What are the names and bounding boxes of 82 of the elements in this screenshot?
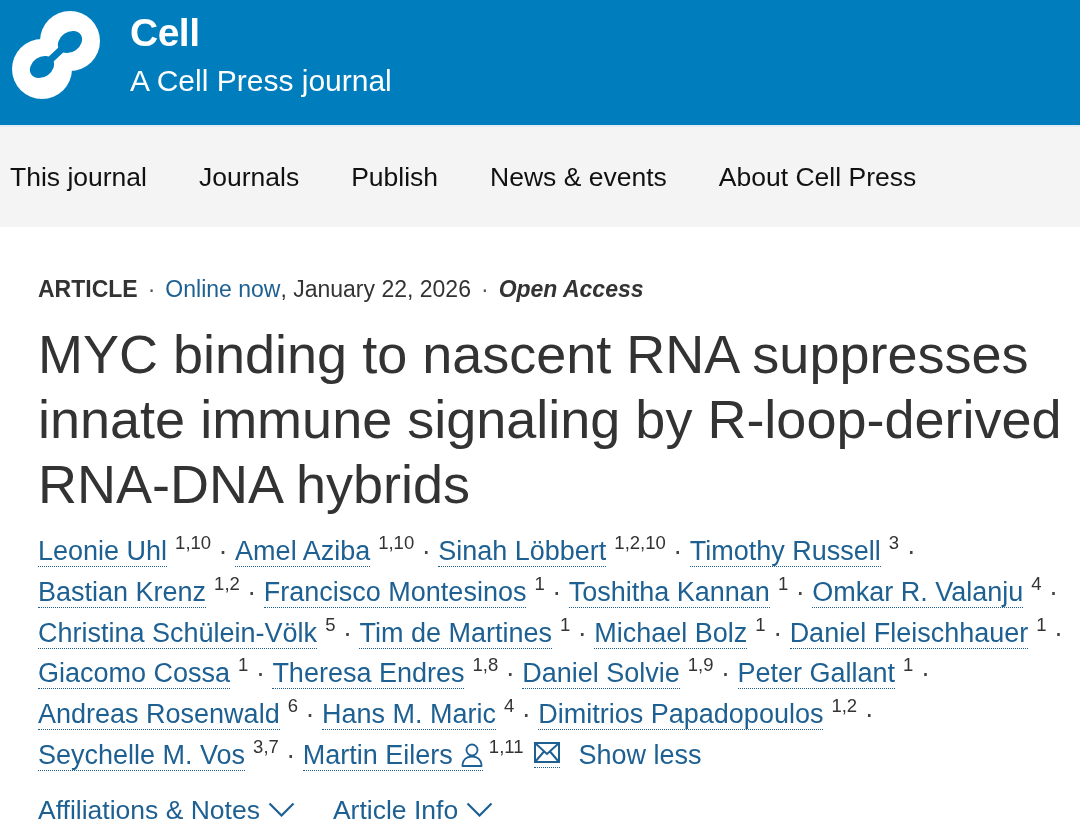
affiliation-numbers: 1: [1036, 615, 1047, 635]
author-link[interactable]: Andreas Rosenwald: [38, 699, 280, 731]
separator-dot: ·: [520, 699, 532, 730]
affiliation-numbers: 1: [777, 574, 789, 594]
separator-dot: ·: [794, 576, 806, 607]
separator-dot: ·: [551, 576, 563, 607]
affiliation-numbers: 1,2: [214, 574, 240, 594]
author-link[interactable]: Giacomo Cossa: [38, 658, 231, 690]
separator-dot: ·: [863, 699, 875, 730]
online-now-link[interactable]: Online now: [165, 274, 281, 304]
nav-link[interactable]: News & events: [490, 161, 667, 193]
affiliation-numbers: 1,9: [687, 656, 714, 675]
affiliation-numbers: 1,10: [378, 534, 415, 553]
separator-dot: ·: [217, 536, 229, 566]
separator-dot: ·: [254, 658, 266, 689]
author-link[interactable]: Theresa Endres: [272, 658, 465, 690]
author-link[interactable]: Amel Aziba: [235, 536, 371, 567]
author-link[interactable]: Francisco Montesinos: [263, 576, 527, 608]
author-link[interactable]: Daniel Fleischhauer: [789, 617, 1029, 649]
affiliation-numbers: 3,7: [253, 738, 279, 757]
affiliation-numbers: 1,8: [472, 656, 499, 675]
email-link[interactable]: [533, 742, 560, 768]
affiliation-numbers: 4: [504, 697, 515, 716]
author-link[interactable]: Seychelle M. Vos: [38, 740, 246, 771]
affiliation-numbers: 1,11: [488, 738, 524, 757]
affiliation-numbers: 1,2: [831, 697, 858, 716]
affiliation-numbers: 4: [1031, 574, 1042, 594]
open-access-label: Open Access: [498, 275, 644, 304]
affiliation-numbers: 6: [287, 697, 298, 716]
nav-link[interactable]: Publish: [351, 161, 439, 193]
separator-dot: ·: [919, 658, 931, 689]
separator-dot: ·: [905, 536, 917, 566]
author-link[interactable]: Hans M. Maric: [321, 699, 496, 731]
separator-dot: ·: [772, 617, 784, 648]
journal-subtitle: A Cell Press journal: [130, 66, 392, 96]
section-toggle[interactable]: Article Info: [332, 794, 494, 825]
affiliation-numbers: 1,10: [175, 534, 212, 553]
author-link[interactable]: Michael Bolz: [594, 617, 748, 649]
author-link[interactable]: Peter Gallant: [737, 658, 896, 690]
separator-dot: ·: [504, 658, 516, 689]
author-link[interactable]: Daniel Solvie: [522, 658, 680, 690]
nav-link[interactable]: This journal: [10, 161, 147, 193]
article-title: MYC binding to nascent RNA suppresses innate immune signaling by R-loop-derived RNA-DNA hybrids: [38, 323, 1063, 516]
affiliation-numbers: 5: [325, 615, 336, 635]
affiliation-numbers: 1,2,10: [614, 534, 666, 553]
affiliation-numbers: 3: [888, 534, 900, 553]
separator-dot: ·: [285, 740, 297, 770]
separator-dot: ·: [576, 617, 588, 648]
logo-icon[interactable]: [10, 10, 102, 100]
author-link[interactable]: Martin Eilers: [302, 740, 483, 771]
envelope-icon: [533, 742, 560, 763]
nav-link[interactable]: Journals: [199, 161, 300, 193]
affiliation-numbers: 1: [559, 615, 571, 635]
journal-title: Cell: [130, 13, 200, 52]
affiliation-numbers: 1: [903, 656, 914, 675]
publication-date: , January 22, 2026: [280, 275, 471, 304]
separator-dot: ·: [304, 699, 316, 730]
author-link[interactable]: Tim de Martines: [359, 617, 552, 649]
show-less-link[interactable]: Show less: [578, 735, 702, 776]
author-link[interactable]: Dimitrios Papadopoulos: [538, 699, 824, 731]
author-link[interactable]: Leonie Uhl: [38, 536, 168, 567]
author-link[interactable]: Sinah Löbbert: [438, 536, 607, 567]
separator-dot: ·: [1053, 617, 1065, 648]
author-link[interactable]: Timothy Russell: [689, 536, 881, 567]
affiliation-numbers: 1: [755, 615, 766, 635]
affiliation-numbers: 1: [534, 574, 545, 594]
separator-dot: ·: [341, 617, 353, 648]
separator-dot: ·: [246, 576, 258, 607]
section-toggle[interactable]: Affiliations & Notes: [38, 794, 295, 825]
separator-dot: ·: [1048, 576, 1060, 607]
author-link[interactable]: Christina Schülein-Völk: [38, 617, 318, 649]
article-type: ARTICLE: [38, 275, 138, 304]
author-link[interactable]: Toshitha Kannan: [568, 576, 770, 608]
separator-dot: ·: [479, 275, 490, 304]
separator-dot: ·: [672, 536, 684, 566]
nav-link[interactable]: About Cell Press: [718, 161, 917, 193]
affiliation-numbers: 1: [238, 656, 249, 675]
separator-dot: ·: [420, 536, 432, 566]
separator-dot: ·: [720, 658, 731, 689]
author-link[interactable]: Bastian Krenz: [38, 576, 207, 608]
author-link[interactable]: Omkar R. Valanju: [812, 576, 1024, 608]
separator-dot: ·: [146, 275, 157, 304]
